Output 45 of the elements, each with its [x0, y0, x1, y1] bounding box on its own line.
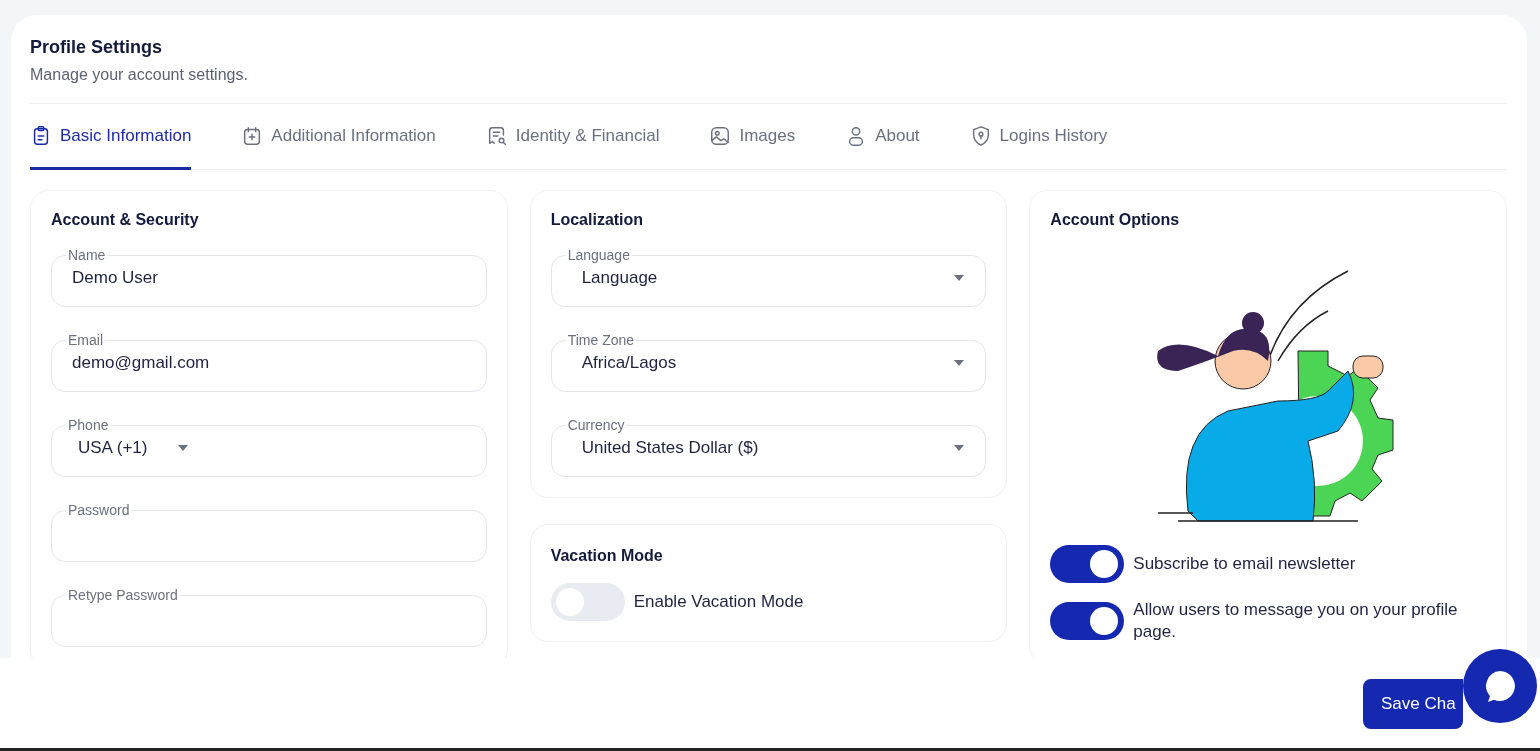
caret-icon — [177, 444, 190, 452]
section-title: Account Options — [1050, 211, 1181, 229]
section-title: Vacation Mode — [550, 547, 664, 565]
toggle-switch[interactable] — [1050, 602, 1125, 640]
input-field[interactable]: Name Demo User — [51, 247, 487, 307]
section-title: Account & Security — [51, 211, 200, 229]
field-value: Demo User — [72, 268, 158, 288]
select-field[interactable]: Phone USA (+1) — [51, 417, 487, 477]
caret-icon — [953, 359, 966, 367]
password-field[interactable]: Password — [51, 502, 487, 562]
field-value: Africa/Lagos — [581, 353, 677, 373]
tab[interactable]: Basic Information — [30, 104, 192, 170]
input-field[interactable]: Email demo@gmail.com — [51, 332, 487, 392]
caret-icon — [953, 444, 966, 452]
save-button[interactable]: Save Cha — [1363, 679, 1463, 729]
select-field[interactable]: Time Zone Africa/Lagos — [550, 332, 987, 392]
section-title: Localization — [550, 211, 645, 229]
field-label: Retype Password — [67, 587, 179, 603]
field-label: Email — [67, 332, 104, 348]
tab[interactable]: About — [845, 104, 920, 170]
field-value: United States Dollar ($) — [581, 438, 759, 458]
field-label: Name — [67, 247, 107, 263]
field-label: Language — [566, 247, 631, 263]
page-title: Profile Settings — [30, 37, 164, 58]
field-value: demo@gmail.com — [72, 353, 210, 373]
page-subtitle: Manage your account settings. — [30, 66, 1507, 104]
toggle-label: Subscribe to email newsletter — [1133, 553, 1356, 575]
tab[interactable]: Identity & Financial — [485, 104, 660, 170]
field-label: Password — [67, 502, 131, 518]
tab[interactable]: Additional Information — [241, 104, 436, 170]
field-label: Time Zone — [566, 332, 636, 348]
tab[interactable]: Images — [709, 104, 796, 170]
select-field[interactable]: Currency United States Dollar ($) — [550, 417, 987, 477]
select-field[interactable]: Language Language — [550, 247, 987, 307]
caret-icon — [953, 274, 966, 282]
field-value: Language — [581, 268, 658, 288]
field-label: Phone — [67, 417, 110, 433]
tab[interactable]: Logins History — [969, 104, 1108, 170]
image-icon — [709, 124, 732, 147]
field-value: USA (+1) — [78, 438, 148, 458]
field-label: Currency — [566, 417, 626, 433]
toggle-label: Allow users to message you on your profile page. — [1133, 599, 1459, 643]
password-field[interactable]: Retype Password — [51, 587, 487, 647]
toggle-label: Enable Vacation Mode — [633, 591, 804, 613]
toggle-switch[interactable] — [1050, 545, 1125, 583]
